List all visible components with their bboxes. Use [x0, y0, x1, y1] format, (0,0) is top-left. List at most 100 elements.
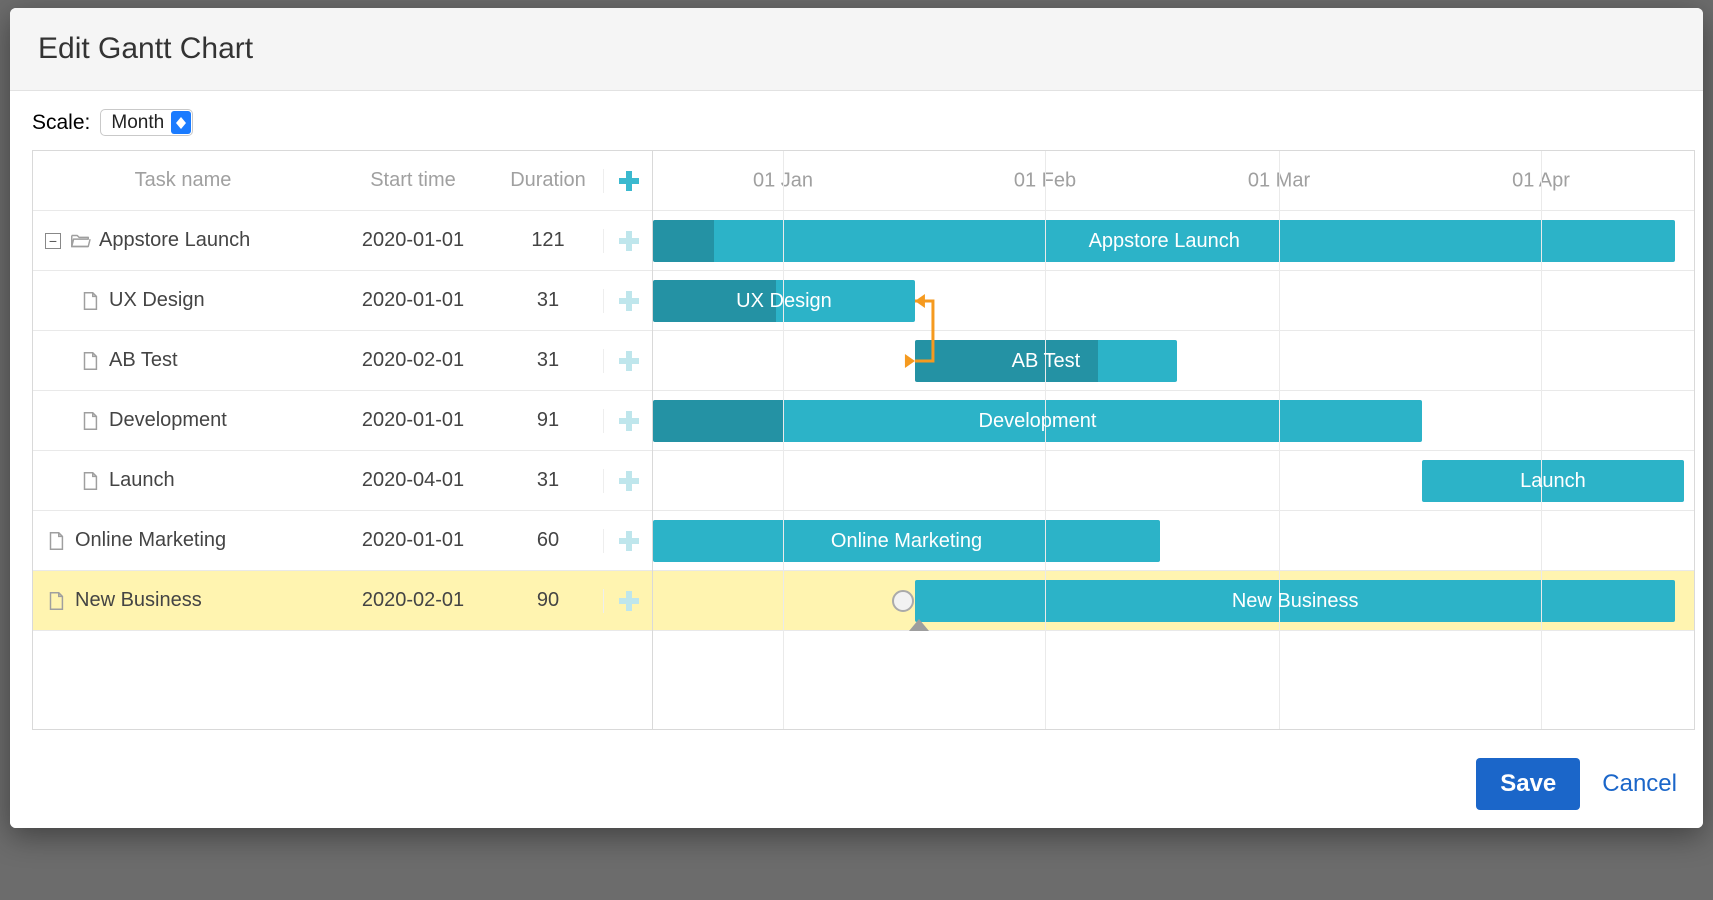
timeline-row[interactable]: New Business — [653, 571, 1694, 631]
file-icon — [45, 590, 67, 612]
gantt-bar[interactable]: Appstore Launch — [653, 220, 1675, 262]
add-subtask-button[interactable] — [603, 229, 653, 253]
col-header-name[interactable]: Task name — [33, 169, 333, 192]
plus-icon — [617, 289, 641, 313]
timeline-row[interactable]: Development — [653, 391, 1694, 451]
bar-drag-handle[interactable] — [892, 590, 914, 612]
timeline-rows: Appstore Launch UX Design AB Test Developme… — [653, 211, 1694, 631]
task-start[interactable]: 2020-01-01 — [333, 409, 493, 432]
col-header-start[interactable]: Start time — [333, 169, 493, 192]
task-start[interactable]: 2020-02-01 — [333, 349, 493, 372]
task-duration[interactable]: 90 — [493, 589, 603, 612]
add-subtask-button[interactable] — [603, 349, 653, 373]
save-button[interactable]: Save — [1476, 758, 1580, 810]
add-subtask-button[interactable] — [603, 469, 653, 493]
gantt-bar-progress — [653, 220, 714, 262]
task-duration[interactable]: 31 — [493, 289, 603, 312]
task-duration[interactable]: 91 — [493, 409, 603, 432]
task-name: AB Test — [109, 349, 178, 372]
task-name-cell[interactable]: UX Design — [33, 289, 333, 312]
task-name-cell[interactable]: New Business — [33, 589, 333, 612]
task-name: Online Marketing — [75, 529, 226, 552]
timeline-row[interactable]: Launch — [653, 451, 1694, 511]
file-icon — [79, 410, 101, 432]
task-row[interactable]: AB Test 2020-02-0131 — [33, 331, 652, 391]
plus-icon — [617, 409, 641, 433]
gantt-bar-label: UX Design — [736, 290, 832, 313]
col-header-add[interactable] — [603, 169, 653, 193]
plus-icon — [617, 589, 641, 613]
timeline-header: 01 Jan01 Feb01 Mar01 Apr — [653, 151, 1694, 211]
dialog-title: Edit Gantt Chart — [10, 8, 1703, 91]
file-icon — [45, 530, 67, 552]
task-start[interactable]: 2020-01-01 — [333, 529, 493, 552]
task-name: UX Design — [109, 289, 205, 312]
file-icon — [79, 290, 101, 312]
add-subtask-button[interactable] — [603, 529, 653, 553]
task-grid: Task name Start time Duration − Appstore … — [33, 151, 653, 729]
task-row[interactable]: Launch 2020-04-0131 — [33, 451, 652, 511]
add-subtask-button[interactable] — [603, 289, 653, 313]
gantt-bar[interactable]: Launch — [1422, 460, 1684, 502]
bar-progress-handle[interactable] — [909, 619, 929, 631]
timeline-row[interactable]: UX Design — [653, 271, 1694, 331]
task-name-cell[interactable]: Development — [33, 409, 333, 432]
add-subtask-button[interactable] — [603, 589, 653, 613]
timeline-row[interactable]: Appstore Launch — [653, 211, 1694, 271]
task-duration[interactable]: 31 — [493, 469, 603, 492]
gantt-container: Task name Start time Duration − Appstore … — [32, 150, 1695, 730]
scale-label: Scale: — [32, 111, 90, 135]
task-name-cell[interactable]: AB Test — [33, 349, 333, 372]
timeline-row[interactable]: AB Test — [653, 331, 1694, 391]
plus-icon — [617, 229, 641, 253]
month-gridline — [1279, 151, 1280, 729]
timeline[interactable]: 01 Jan01 Feb01 Mar01 Apr Appstore Launch… — [653, 151, 1694, 729]
task-name: Development — [109, 409, 227, 432]
month-gridline — [1541, 151, 1542, 729]
plus-icon — [617, 169, 641, 193]
plus-icon — [617, 349, 641, 373]
file-icon — [79, 470, 101, 492]
gantt-bar-label: New Business — [1232, 590, 1359, 613]
task-name: Appstore Launch — [99, 229, 250, 252]
task-name: New Business — [75, 589, 202, 612]
folder-open-icon — [69, 230, 91, 252]
task-start[interactable]: 2020-02-01 — [333, 589, 493, 612]
month-gridline — [783, 151, 784, 729]
gantt-edit-dialog: Edit Gantt Chart Scale: Month Task name … — [10, 8, 1703, 828]
task-name: Launch — [109, 469, 175, 492]
dialog-footer: Save Cancel — [10, 742, 1703, 828]
col-header-duration[interactable]: Duration — [493, 169, 603, 192]
task-duration[interactable]: 121 — [493, 229, 603, 252]
gantt-bar-label: Appstore Launch — [1089, 230, 1240, 253]
gantt-bar[interactable]: New Business — [915, 580, 1676, 622]
grid-header: Task name Start time Duration — [33, 151, 652, 211]
task-row[interactable]: Development 2020-01-0191 — [33, 391, 652, 451]
task-name-cell[interactable]: Online Marketing — [33, 529, 333, 552]
task-start[interactable]: 2020-01-01 — [333, 289, 493, 312]
task-start[interactable]: 2020-04-01 — [333, 469, 493, 492]
task-row[interactable]: Online Marketing 2020-01-0160 — [33, 511, 652, 571]
collapse-toggle[interactable]: − — [45, 233, 61, 249]
task-name-cell[interactable]: − Appstore Launch — [33, 229, 333, 252]
gantt-bar-label: Online Marketing — [831, 530, 982, 553]
task-duration[interactable]: 60 — [493, 529, 603, 552]
scale-select[interactable]: Month — [100, 109, 193, 136]
task-duration[interactable]: 31 — [493, 349, 603, 372]
cancel-button[interactable]: Cancel — [1602, 770, 1677, 798]
dialog-body: Scale: Month Task name Start time Durati… — [10, 91, 1703, 742]
plus-icon — [617, 469, 641, 493]
gantt-bar[interactable]: Online Marketing — [653, 520, 1160, 562]
gantt-bar[interactable]: Development — [653, 400, 1422, 442]
task-start[interactable]: 2020-01-01 — [333, 229, 493, 252]
timeline-row[interactable]: Online Marketing — [653, 511, 1694, 571]
month-gridline — [1045, 151, 1046, 729]
file-icon — [79, 350, 101, 372]
task-row[interactable]: − Appstore Launch 2020-01-01121 — [33, 211, 652, 271]
task-name-cell[interactable]: Launch — [33, 469, 333, 492]
add-subtask-button[interactable] — [603, 409, 653, 433]
gantt-bar-label: Launch — [1520, 470, 1586, 493]
task-row[interactable]: New Business 2020-02-0190 — [33, 571, 652, 631]
gantt-bar-label: AB Test — [1012, 350, 1081, 373]
task-row[interactable]: UX Design 2020-01-0131 — [33, 271, 652, 331]
